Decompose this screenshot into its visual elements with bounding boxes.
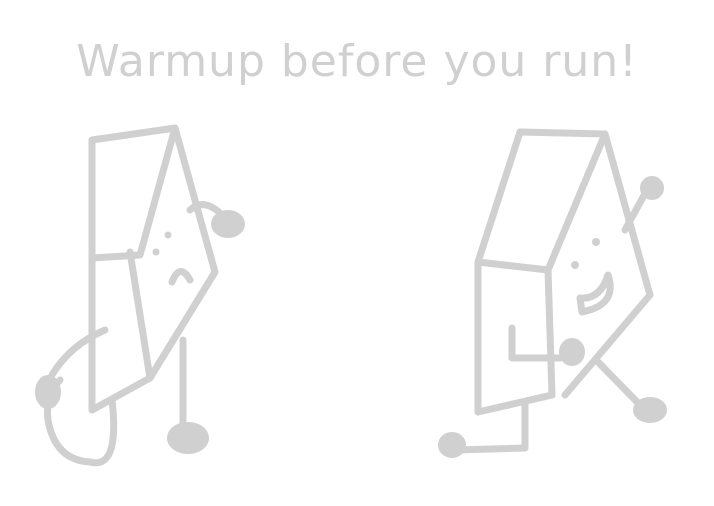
left-character-held-foot <box>35 375 61 409</box>
left-character-hand <box>211 210 245 238</box>
left-character <box>35 124 245 467</box>
left-character-front-face <box>88 124 179 262</box>
right-character-kick-foot <box>633 397 667 423</box>
left-character-eye <box>164 231 172 239</box>
left-character-arm-lower <box>48 326 109 379</box>
left-character-eye <box>152 248 160 256</box>
drawing-canvas <box>35 124 667 467</box>
right-character-top <box>516 128 609 274</box>
right-character-front-upper <box>474 128 552 274</box>
right-character-mouth <box>576 271 614 316</box>
right-character <box>438 128 667 458</box>
left-character-foot <box>167 422 209 454</box>
left-character-mouth <box>168 268 194 286</box>
right-character-eye <box>571 261 579 269</box>
right-character-foot <box>438 432 466 458</box>
right-character-lower-hand <box>559 338 585 366</box>
right-character-eye <box>592 238 600 246</box>
right-character-kick-leg <box>594 358 644 409</box>
right-character-hand <box>640 176 664 200</box>
